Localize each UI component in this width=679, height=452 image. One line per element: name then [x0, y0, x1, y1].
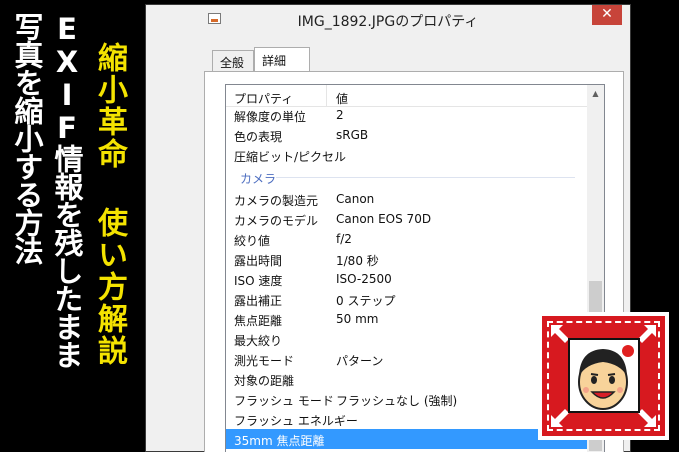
- property-name: フラッシュ モード: [234, 394, 334, 408]
- table-row[interactable]: 解像度の単位 2: [226, 105, 587, 125]
- property-value: 50 mm: [336, 312, 379, 326]
- table-row[interactable]: ISO 速度 ISO-2500: [226, 269, 587, 289]
- property-name: 絞り値: [234, 234, 271, 248]
- group-header-camera: カメラ: [226, 165, 587, 189]
- table-row[interactable]: 色の表現 sRGB: [226, 125, 587, 145]
- headline-line2: 写真を縮小する方法: [10, 12, 44, 264]
- shrink-badge: [538, 312, 669, 440]
- property-name: ISO 速度: [234, 274, 283, 288]
- table-row[interactable]: フラッシュ エネルギー: [226, 409, 587, 429]
- property-name: 露出時間: [234, 254, 283, 268]
- table-row[interactable]: カメラのモデル Canon EOS 70D: [226, 209, 587, 229]
- table-row[interactable]: カメラの製造元 Canon: [226, 189, 587, 209]
- property-name: 最大絞り: [234, 334, 283, 348]
- tab-general[interactable]: 全般: [212, 50, 254, 71]
- cartoon-face-icon: [570, 340, 638, 411]
- property-rows: 解像度の単位 2 色の表現 sRGB 圧縮ビット/ピクセル カメラ カメラの製造元 Can…: [226, 105, 587, 449]
- property-value: Canon EOS 70D: [336, 212, 432, 226]
- property-name: 解像度の単位: [234, 110, 307, 124]
- property-value: 2: [336, 108, 344, 122]
- property-value: フラッシュなし (強制): [336, 394, 458, 408]
- list-header: プロパティ 値: [226, 85, 587, 107]
- shrink-arrow-icon: [638, 409, 656, 427]
- table-row[interactable]: 露出補正 0 ステップ: [226, 289, 587, 309]
- close-button[interactable]: ✕: [592, 5, 622, 25]
- column-divider[interactable]: [326, 85, 327, 106]
- property-name: 焦点距離: [234, 314, 283, 328]
- property-name: 露出補正: [234, 294, 283, 308]
- table-row[interactable]: 絞り値 f/2: [226, 229, 587, 249]
- group-divider: [276, 177, 575, 178]
- property-value: 0 ステップ: [336, 294, 396, 308]
- table-row[interactable]: 測光モード パターン: [226, 349, 587, 369]
- window-title: IMG_1892.JPGのプロパティ: [297, 14, 479, 30]
- table-row[interactable]: 焦点距離 50 mm: [226, 309, 587, 329]
- property-value: ISO-2500: [336, 272, 392, 286]
- shrink-arrow-icon: [551, 409, 569, 427]
- property-name: 色の表現: [234, 130, 283, 144]
- property-value: f/2: [336, 232, 352, 246]
- title-bar[interactable]: IMG_1892.JPGのプロパティ ✕: [146, 5, 630, 33]
- property-value: Canon: [336, 192, 375, 206]
- property-value: パターン: [336, 354, 384, 368]
- table-row[interactable]: 露出時間 1/80 秒: [226, 249, 587, 269]
- shrink-arrow-icon: [638, 325, 656, 343]
- scroll-up-arrow-icon[interactable]: ▲: [587, 85, 604, 102]
- property-name: カメラの製造元: [234, 194, 319, 208]
- table-row[interactable]: 35mm 焦点距離: [226, 429, 587, 449]
- property-value: 1/80 秒: [336, 254, 379, 268]
- shrink-arrow-icon: [551, 325, 569, 343]
- property-name: カメラのモデル: [234, 214, 319, 228]
- group-label: カメラ: [240, 172, 277, 186]
- table-row[interactable]: 対象の距離: [226, 369, 587, 389]
- property-name: 圧縮ビット/ピクセル: [234, 150, 347, 164]
- property-value: sRGB: [336, 128, 369, 142]
- table-row[interactable]: フラッシュ モード フラッシュなし (強制): [226, 389, 587, 409]
- headline-line1: EXIF情報を残したまま: [50, 12, 84, 368]
- table-row[interactable]: 圧縮ビット/ピクセル: [226, 145, 587, 165]
- avatar: [568, 338, 640, 413]
- property-name: フラッシュ エネルギー: [234, 414, 358, 428]
- property-name: 測光モード: [234, 354, 295, 368]
- subtitle: 縮小革命 使い方解説: [92, 42, 127, 367]
- property-name: 35mm 焦点距離: [234, 434, 325, 448]
- property-name: 対象の距離: [234, 374, 295, 388]
- table-row[interactable]: 最大絞り: [226, 329, 587, 349]
- tab-details[interactable]: 詳細: [254, 47, 310, 72]
